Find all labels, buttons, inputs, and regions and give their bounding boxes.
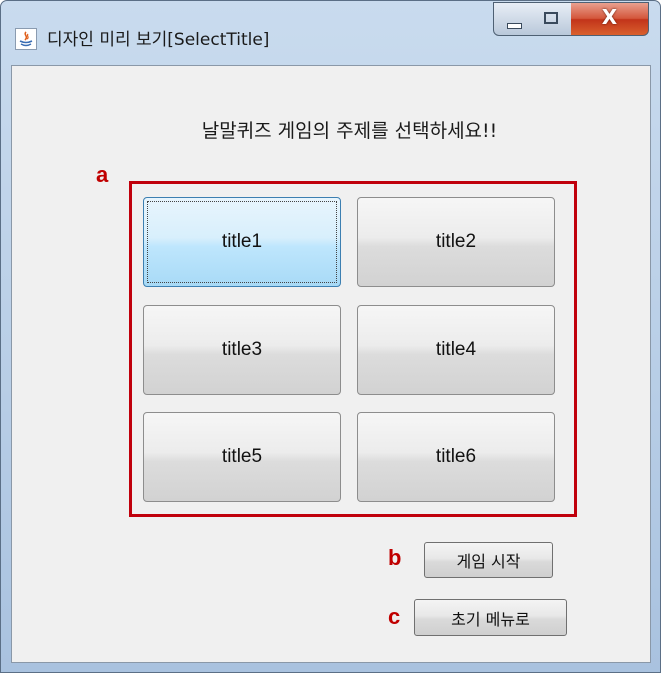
maximize-icon bbox=[544, 12, 558, 24]
title2-button[interactable]: title2 bbox=[357, 197, 555, 287]
title1-button[interactable]: title1 bbox=[143, 197, 341, 287]
title4-button[interactable]: title4 bbox=[357, 305, 555, 395]
minimize-icon bbox=[507, 23, 522, 29]
title-bar[interactable]: 디자인 미리 보기[SelectTitle] X bbox=[1, 1, 660, 65]
initial-menu-button[interactable]: 초기 메뉴로 bbox=[414, 599, 567, 636]
title5-button[interactable]: title5 bbox=[143, 412, 341, 502]
start-game-button[interactable]: 게임 시작 bbox=[424, 542, 553, 578]
window-title: 디자인 미리 보기[SelectTitle] bbox=[47, 30, 270, 50]
java-app-icon[interactable] bbox=[15, 28, 37, 50]
maximize-button[interactable] bbox=[532, 2, 572, 36]
annotation-b: b bbox=[388, 545, 402, 570]
close-button[interactable]: X bbox=[571, 2, 649, 36]
topic-prompt-text: 날말퀴즈 게임의 주제를 선택하세요!! bbox=[201, 120, 498, 142]
minimize-button[interactable] bbox=[493, 2, 533, 36]
annotation-a: a bbox=[96, 162, 109, 187]
title3-button[interactable]: title3 bbox=[143, 305, 341, 395]
title6-button[interactable]: title6 bbox=[357, 412, 555, 502]
annotation-c: c bbox=[388, 604, 401, 629]
close-icon: X bbox=[601, 5, 618, 29]
topic-prompt: 날말퀴즈 게임의 주제를 선택하세요!! bbox=[0, 116, 661, 143]
